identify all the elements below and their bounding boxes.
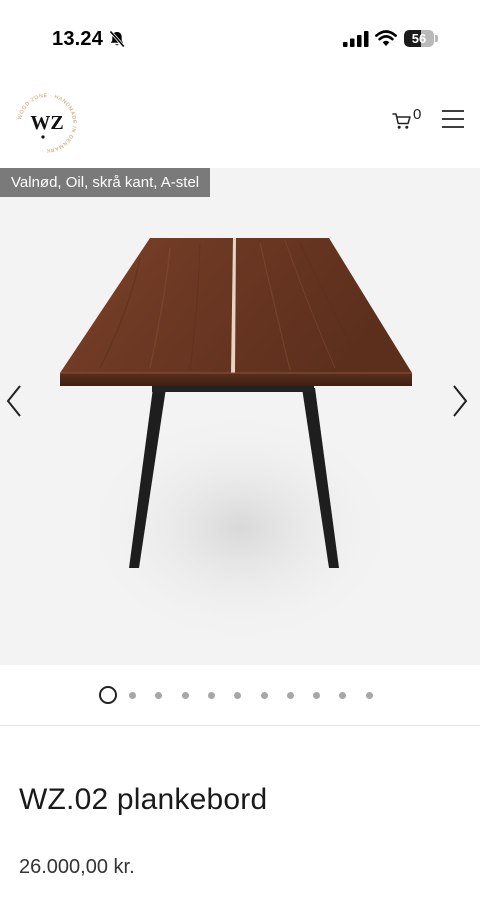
pagination-dot[interactable] [365,692,373,699]
product-price: 26.000,00 kr. [19,856,135,878]
pagination-dot[interactable] [313,692,321,699]
signal-icon [343,31,369,47]
pagination-dot[interactable] [129,692,136,699]
cart-button[interactable]: 0 [392,106,428,136]
chevron-right-icon[interactable] [450,384,470,418]
logo-text: WZ [30,112,63,134]
pagination-dot[interactable] [99,686,117,704]
pagination-dot[interactable] [260,692,268,699]
pagination-dot[interactable] [155,692,163,699]
battery-level: 56 [411,31,427,46]
menu-icon[interactable] [442,110,464,128]
product-title: WZ.02 plankebord [19,783,268,816]
pagination-dot[interactable] [181,692,189,699]
status-bar: 13.24 56 [0,0,480,72]
cart-count: 0 [413,106,422,123]
wood-zone-logo[interactable]: WOOD ZONE · HANDMADE IN DENMARK · WZ [14,90,80,156]
gallery-pagination [99,686,389,706]
pagination-dot[interactable] [286,692,294,699]
product-gallery[interactable]: Valnød, Oil, skrå kant, A-stel [0,168,480,665]
wifi-icon [375,30,397,46]
variant-badge: Valnød, Oil, skrå kant, A-stel [0,168,211,197]
battery-icon: 56 [404,30,438,47]
bell-slash-icon [109,30,125,48]
chevron-left-icon[interactable] [4,384,24,418]
site-header: WOOD ZONE · HANDMADE IN DENMARK · WZ 0 [0,72,480,168]
cart-icon [392,113,411,129]
divider [0,725,480,726]
product-image[interactable] [0,168,480,665]
status-time: 13.24 [52,28,104,50]
pagination-dot[interactable] [207,692,215,699]
pagination-dot[interactable] [234,692,242,699]
pagination-dot[interactable] [339,692,347,699]
